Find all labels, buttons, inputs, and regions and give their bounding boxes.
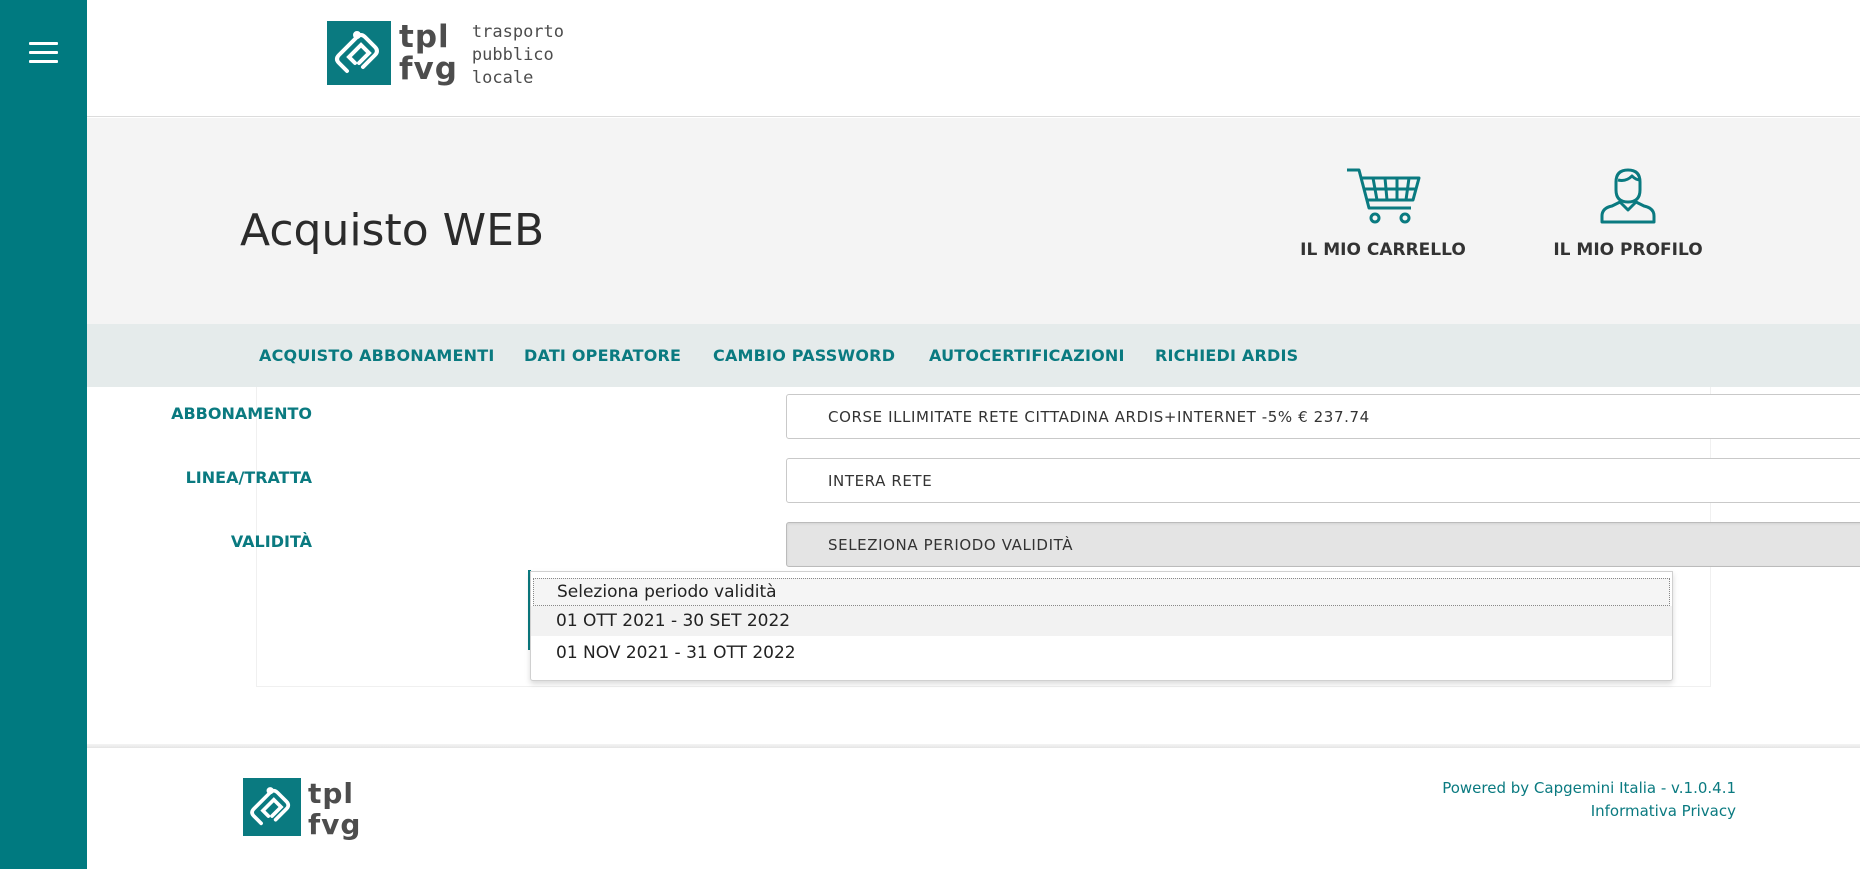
dropdown-option-placeholder[interactable]: Seleziona periodo validità <box>533 578 1670 606</box>
abbonamento-select[interactable]: CORSE ILLIMITATE RETE CITTADINA ARDIS+IN… <box>786 394 1860 439</box>
dropdown-option[interactable]: 01 NOV 2021 - 31 OTT 2022 <box>531 638 1672 668</box>
cart-label: IL MIO CARRELLO <box>1300 240 1466 260</box>
linea-tratta-select[interactable]: INTERA RETE <box>786 458 1860 503</box>
validita-dropdown: Seleziona periodo validità 01 OTT 2021 -… <box>530 571 1673 681</box>
validita-value: SELEZIONA PERIODO VALIDITÀ <box>828 536 1074 554</box>
linea-tratta-label: LINEA/TRATTA <box>185 468 312 487</box>
nav-item-acquisto-abbonamenti[interactable]: ACQUISTO ABBONAMENTI <box>259 346 495 365</box>
footer: tpl fvg Powered by Capgemini Italia - v.… <box>87 747 1860 869</box>
logo-mark-icon <box>327 21 391 85</box>
cart-icon <box>1347 168 1421 224</box>
site-logo[interactable]: tpl fvg trasporto pubblico locale <box>327 21 564 90</box>
nav-item-autocertificazioni[interactable]: AUTOCERTIFICAZIONI <box>929 346 1125 365</box>
validita-label: VALIDITÀ <box>230 532 312 551</box>
footer-logo[interactable]: tpl fvg <box>243 778 361 840</box>
logo-tagline: trasporto pubblico locale <box>471 22 565 88</box>
abbonamento-value: CORSE ILLIMITATE RETE CITTADINA ARDIS+IN… <box>828 408 1370 426</box>
profile-label: IL MIO PROFILO <box>1553 240 1703 260</box>
logo-wordmark: tpl fvg <box>399 19 458 87</box>
page-header: Acquisto WEB IL MIO CARRELLO IL MIO PROF… <box>87 118 1860 324</box>
page-title: Acquisto WEB <box>240 205 545 256</box>
main-nav: ACQUISTO ABBONAMENTI DATI OPERATORE CAMB… <box>87 324 1860 387</box>
nav-item-cambio-password[interactable]: CAMBIO PASSWORD <box>713 346 895 365</box>
footer-logo-wordmark: tpl fvg <box>308 777 362 841</box>
privacy-link[interactable]: Informativa Privacy <box>1442 800 1736 823</box>
nav-item-dati-operatore[interactable]: DATI OPERATORE <box>524 346 681 365</box>
abbonamento-label: ABBONAMENTO <box>171 404 312 423</box>
validita-select[interactable]: SELEZIONA PERIODO VALIDITÀ <box>786 522 1860 567</box>
dropdown-option[interactable]: 01 OTT 2021 - 30 SET 2022 <box>531 606 1672 636</box>
nav-item-richiedi-ardis[interactable]: RICHIEDI ARDIS <box>1155 346 1298 365</box>
user-icon <box>1600 168 1656 224</box>
top-bar: tpl fvg trasporto pubblico locale <box>87 0 1860 117</box>
sidebar <box>0 0 87 869</box>
profile-button[interactable]: IL MIO PROFILO <box>1528 166 1728 260</box>
logo-mark-icon <box>243 778 301 836</box>
menu-icon[interactable] <box>29 42 58 64</box>
cart-button[interactable]: IL MIO CARRELLO <box>1283 166 1483 260</box>
powered-by-link[interactable]: Powered by Capgemini Italia - v.1.0.4.1 <box>1442 777 1736 800</box>
footer-links: Powered by Capgemini Italia - v.1.0.4.1 … <box>1442 777 1736 823</box>
linea-tratta-value: INTERA RETE <box>828 472 933 490</box>
